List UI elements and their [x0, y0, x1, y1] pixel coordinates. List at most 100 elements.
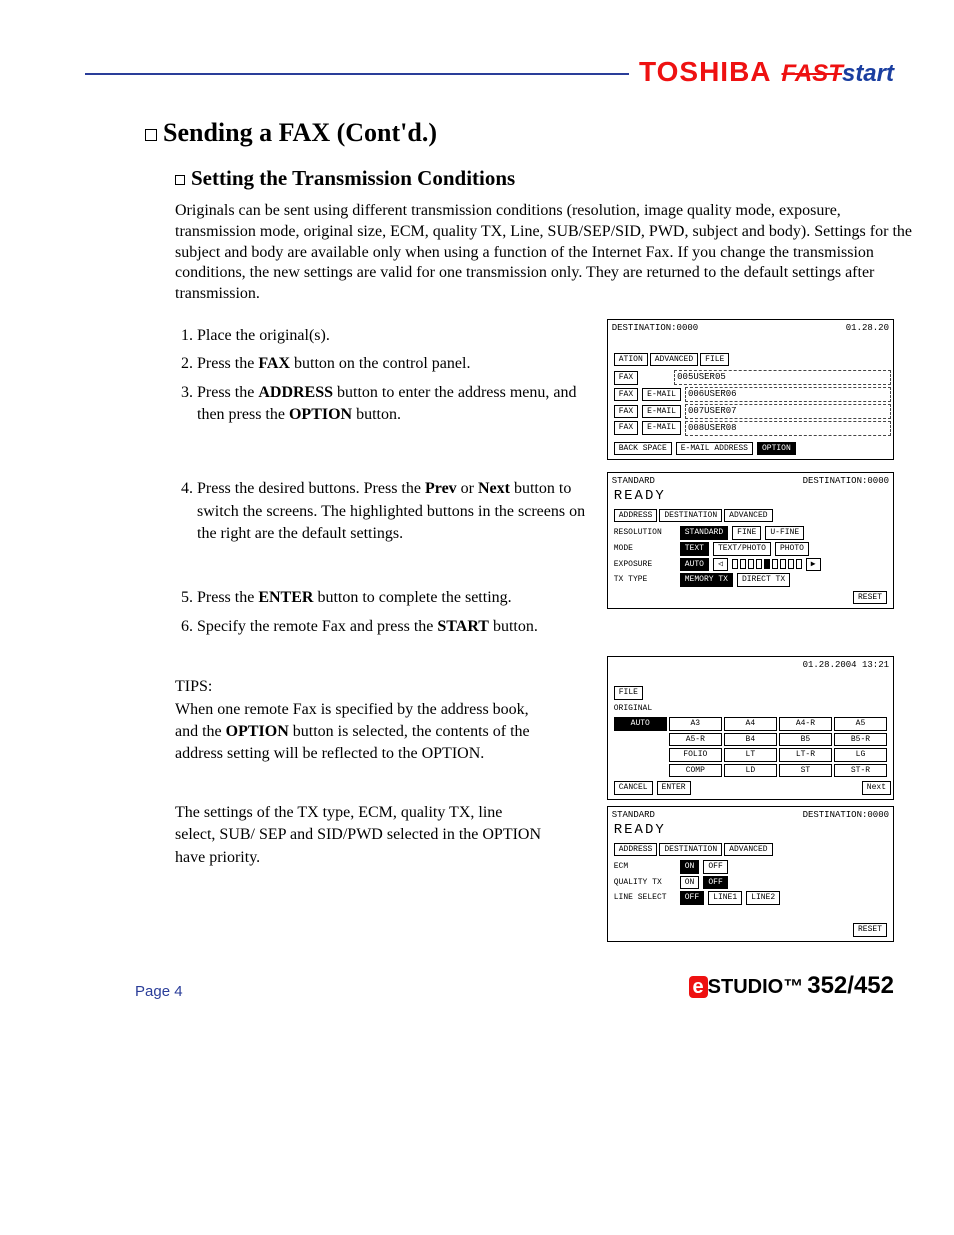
- intro-paragraph: Originals can be sent using different tr…: [175, 201, 915, 305]
- memorytx-button[interactable]: MEMORY TX: [680, 573, 733, 587]
- exposure-right-icon[interactable]: ▶: [806, 558, 821, 572]
- email-button[interactable]: E-MAIL: [642, 388, 681, 402]
- sub-bullet-icon: [175, 175, 185, 185]
- size-a5-button[interactable]: A5: [834, 717, 887, 731]
- fax-button[interactable]: FAX: [614, 388, 638, 402]
- steps-1-3: Place the original(s). Press the FAX but…: [175, 319, 587, 460]
- user-entry[interactable]: 006USER06: [685, 387, 891, 402]
- screen-ecm-line: STANDARD DESTINATION:0000 READY ADDRESS D…: [607, 806, 894, 942]
- size-auto-button[interactable]: AUTO: [614, 717, 667, 731]
- enter-button[interactable]: ENTER: [657, 781, 691, 795]
- std-label: STANDARD: [612, 810, 655, 821]
- size-comp-button[interactable]: COMP: [669, 764, 722, 778]
- email-button[interactable]: E-MAIL: [642, 421, 681, 435]
- tab-advanced[interactable]: ADVANCED: [724, 843, 772, 857]
- size-a4-r-button[interactable]: A4-R: [779, 717, 832, 731]
- step-1: Place the original(s).: [197, 325, 587, 347]
- cancel-button[interactable]: CANCEL: [614, 781, 653, 795]
- tab-destination[interactable]: DESTINATION: [659, 509, 722, 523]
- toshiba-logo: TOSHIBA: [639, 56, 772, 87]
- step-5: Press the ENTER button to complete the s…: [197, 587, 587, 609]
- tab-ation[interactable]: ATION: [614, 353, 648, 367]
- size-a3-button[interactable]: A3: [669, 717, 722, 731]
- start-text: start: [842, 60, 894, 87]
- off-button[interactable]: OFF: [703, 876, 727, 890]
- resolution-label: RESOLUTION: [614, 528, 676, 538]
- reset-button[interactable]: RESET: [853, 591, 887, 605]
- header-rule: [85, 73, 629, 75]
- user-entry[interactable]: 008USER08: [685, 421, 891, 436]
- header: TOSHIBA FASTstart: [85, 60, 894, 88]
- size-lg-button[interactable]: LG: [834, 748, 887, 762]
- tab-advanced[interactable]: ADVANCED: [724, 509, 772, 523]
- off-button[interactable]: OFF: [680, 891, 704, 905]
- ready-label: READY: [610, 822, 891, 839]
- next-button[interactable]: Next: [862, 781, 891, 795]
- row-1: Place the original(s). Press the FAX but…: [175, 319, 894, 460]
- row-3: TIPS: When one remote Fax is specified b…: [175, 656, 894, 942]
- qualitytx-label: QUALITY TX: [614, 878, 676, 888]
- on-button[interactable]: ON: [680, 876, 700, 890]
- lineselect-label: LINE SELECT: [614, 893, 676, 903]
- tab-destination[interactable]: DESTINATION: [659, 843, 722, 857]
- tab-advanced[interactable]: ADVANCED: [650, 353, 698, 367]
- textphoto-button[interactable]: TEXT/PHOTO: [713, 542, 771, 556]
- step-2: Press the FAX button on the control pane…: [197, 353, 587, 375]
- estudio-logo: eSTUDIO™352/452: [689, 972, 894, 1000]
- line2-button[interactable]: LINE2: [746, 891, 780, 905]
- option-button[interactable]: OPTION: [757, 442, 796, 456]
- size-lt-button[interactable]: LT: [724, 748, 777, 762]
- fax-button[interactable]: FAX: [614, 371, 638, 385]
- dest-label: DESTINATION:0000: [803, 810, 889, 821]
- off-button[interactable]: OFF: [703, 860, 727, 874]
- tab-address[interactable]: ADDRESS: [614, 509, 658, 523]
- text-button[interactable]: TEXT: [680, 542, 709, 556]
- section-heading: Setting the Transmission Conditions: [175, 166, 894, 191]
- tab-file[interactable]: FILE: [700, 353, 729, 367]
- title-text: Sending a FAX (Cont'd.): [163, 118, 437, 147]
- user-entry[interactable]: 005USER05: [674, 370, 891, 385]
- size-a4-button[interactable]: A4: [724, 717, 777, 731]
- email-address-button[interactable]: E-MAIL ADDRESS: [676, 442, 753, 456]
- date-label: 01.28.2004 13:21: [803, 660, 889, 671]
- tab-address[interactable]: ADDRESS: [614, 843, 658, 857]
- size-lt-r-button[interactable]: LT-R: [779, 748, 832, 762]
- screen-address-list: DESTINATION:000001.28.20 ATION ADVANCED …: [607, 319, 894, 460]
- auto-button[interactable]: AUTO: [680, 558, 709, 572]
- size-st-button[interactable]: ST: [779, 764, 832, 778]
- row-2: Press the desired buttons. Press the Pre…: [175, 472, 894, 644]
- reset-button[interactable]: RESET: [853, 923, 887, 937]
- page-title: Sending a FAX (Cont'd.): [145, 118, 894, 148]
- ecm-label: ECM: [614, 862, 676, 872]
- fax-button[interactable]: FAX: [614, 405, 638, 419]
- on-button[interactable]: ON: [680, 860, 700, 874]
- brand-block: TOSHIBA FASTstart: [639, 56, 894, 88]
- fine-button[interactable]: FINE: [732, 526, 761, 540]
- size-b5-button[interactable]: B5: [779, 733, 832, 747]
- photo-button[interactable]: PHOTO: [775, 542, 809, 556]
- step-6: Specify the remote Fax and press the STA…: [197, 616, 587, 638]
- size-a5-r-button[interactable]: A5-R: [669, 733, 722, 747]
- tips-label: TIPS:: [175, 676, 221, 698]
- backspace-button[interactable]: BACK SPACE: [614, 442, 672, 456]
- size-ld-button[interactable]: LD: [724, 764, 777, 778]
- fast-text: FAST: [782, 60, 842, 87]
- directtx-button[interactable]: DIRECT TX: [737, 573, 790, 587]
- ufine-button[interactable]: U-FINE: [765, 526, 804, 540]
- std-label: STANDARD: [612, 476, 655, 487]
- size-b5-r-button[interactable]: B5-R: [834, 733, 887, 747]
- size-grid: AUTOA3A4A4-RA5XA5-RB4B5B5-RXFOLIOLTLT-RL…: [614, 717, 887, 777]
- standard-button[interactable]: STANDARD: [680, 526, 728, 540]
- size-folio-button[interactable]: FOLIO: [669, 748, 722, 762]
- mode-label: MODE: [614, 544, 676, 554]
- size-b4-button[interactable]: B4: [724, 733, 777, 747]
- line1-button[interactable]: LINE1: [708, 891, 742, 905]
- screen-tx-conditions: STANDARDDESTINATION:0000 READY ADDRESS D…: [607, 472, 894, 609]
- size-st-r-button[interactable]: ST-R: [834, 764, 887, 778]
- user-entry[interactable]: 007USER07: [685, 404, 891, 419]
- fax-button[interactable]: FAX: [614, 421, 638, 435]
- email-button[interactable]: E-MAIL: [642, 405, 681, 419]
- exposure-left-icon[interactable]: ◁: [713, 558, 728, 572]
- tab-file[interactable]: FILE: [614, 686, 643, 700]
- exposure-label: EXPOSURE: [614, 560, 676, 570]
